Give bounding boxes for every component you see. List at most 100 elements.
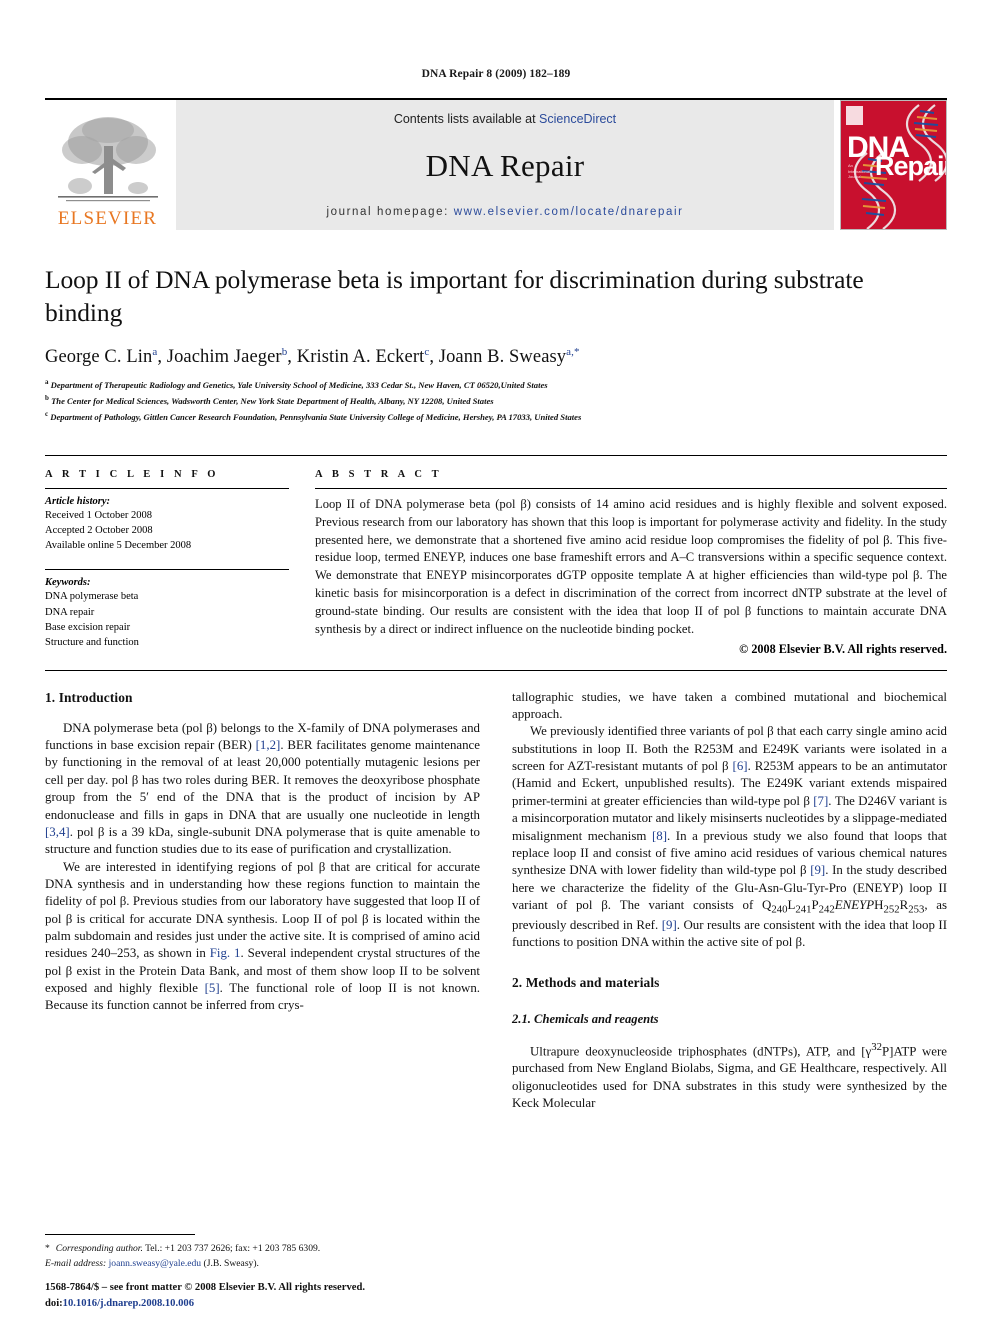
section-heading-introduction: 1. Introduction	[45, 689, 133, 705]
journal-cover-thumbnail: DNA Repair An International Journal	[840, 100, 947, 230]
intro-paragraph-2: We are interested in identifying regions…	[45, 859, 480, 1015]
elsevier-tree-icon	[57, 117, 158, 202]
article-info-heading: A R T I C L E I N F O	[45, 468, 220, 480]
article-history-label: Article history:	[45, 495, 111, 507]
author-name: George C. Lin	[45, 347, 153, 368]
affiliation-mark: b	[45, 394, 49, 403]
affiliation-text: The Center for Medical Sciences, Wadswor…	[51, 396, 494, 407]
divider	[315, 487, 947, 489]
keyword-item: DNA polymerase beta	[45, 591, 139, 603]
corresponding-author-tel: Tel.: +1 203 737 2626; fax: +1 203 785 6…	[142, 1243, 321, 1255]
article-history-accepted: Accepted 2 October 2008	[45, 524, 153, 536]
divider	[45, 569, 289, 571]
corresponding-author-footnote: * Corresponding author. Tel.: +1 203 737 …	[45, 1234, 465, 1271]
author-affil-mark: b	[281, 346, 288, 359]
sciencedirect-link[interactable]: ScienceDirect	[539, 112, 616, 126]
doi-label: doi:	[45, 1297, 63, 1309]
affiliation-text: Department of Pathology, Gittlen Cancer …	[50, 411, 582, 422]
body-columns: 1. Introduction DNA polymerase beta (pol…	[45, 689, 947, 1112]
divider	[45, 487, 289, 489]
text-run: . pol β is a 39 kDa, single-subunit DNA …	[45, 824, 480, 857]
homepage-prefix: journal homepage:	[326, 206, 454, 218]
author-affil-mark-corresponding: a,*	[566, 346, 580, 359]
elsevier-logo: ELSEVIER	[45, 100, 170, 230]
abstract-copyright: © 2008 Elsevier B.V. All rights reserved…	[739, 641, 947, 656]
title-block: Loop II of DNA polymerase beta is import…	[45, 264, 947, 425]
affiliation-item: a Department of Therapeutic Radiology an…	[45, 377, 947, 393]
intro-paragraph-1: DNA polymerase beta (pol β) belongs to t…	[45, 720, 480, 859]
section-heading-methods: 2. Methods and materials	[512, 974, 660, 990]
text-run: Ultrapure deoxynucleoside triphosphates …	[530, 1043, 872, 1058]
author-name: Joann B. Sweasy	[438, 347, 567, 368]
residue-number: 253	[908, 903, 925, 916]
affiliation-mark: c	[45, 409, 49, 418]
doi-link[interactable]: 10.1016/j.dnarep.2008.10.006	[63, 1298, 194, 1309]
author-affil-mark: a	[152, 346, 158, 359]
citation-ref[interactable]: [1,2]	[256, 738, 281, 752]
footnote-divider	[45, 1234, 195, 1236]
footer-metadata: 1568-7864/$ – see front matter © 2008 El…	[45, 1280, 365, 1311]
contents-prefix: Contents lists available at	[393, 112, 540, 126]
author-list: George C. Lina, Joachim Jaegerb, Kristin…	[45, 346, 580, 368]
affiliation-item: b The Center for Medical Sciences, Wadsw…	[45, 393, 947, 409]
author-name: Kristin A. Eckert	[296, 347, 425, 368]
citation-ref[interactable]: [3,4]	[45, 825, 70, 839]
citation-ref[interactable]: [6]	[733, 759, 748, 773]
residue-number: 240	[771, 903, 788, 916]
abstract-text: Loop II of DNA polymerase beta (pol β) c…	[315, 496, 947, 636]
footnote-marker: *	[45, 1243, 50, 1255]
journal-homepage-line: journal homepage: www.elsevier.com/locat…	[326, 206, 683, 218]
abstract-column: A B S T R A C T Loop II of DNA polymeras…	[315, 469, 947, 657]
affiliation-list: a Department of Therapeutic Radiology an…	[45, 377, 947, 424]
cover-subtitle: An International Journal	[848, 163, 871, 180]
body-column-right: tallographic studies, we have taken a co…	[512, 689, 947, 1112]
email-address-label: E-mail address:	[45, 1257, 107, 1269]
keyword-item: DNA repair	[45, 606, 95, 618]
affiliation-item: c Department of Pathology, Gittlen Cance…	[45, 409, 947, 425]
journal-band: Contents lists available at ScienceDirec…	[176, 100, 834, 230]
journal-masthead: ELSEVIER Contents lists available at Sci…	[45, 98, 947, 230]
isotope-superscript: 32	[871, 1040, 882, 1053]
methods-paragraph-1: Ultrapure deoxynucleoside triphosphates …	[512, 1040, 947, 1113]
affiliation-text: Department of Therapeutic Radiology and …	[50, 380, 548, 391]
issn-front-matter: 1568-7864/$ – see front matter © 2008 El…	[45, 1282, 365, 1294]
author-affil-mark: c	[424, 346, 430, 359]
abstract-heading: A B S T R A C T	[315, 468, 443, 480]
article-history-received: Received 1 October 2008	[45, 509, 153, 521]
cover-title-repair: Repair	[875, 151, 947, 181]
article-title: Loop II of DNA polymerase beta is import…	[45, 265, 864, 327]
paper-page: DNA Repair 8 (2009) 182–189 ELSEVIER Con…	[0, 0, 992, 1323]
journal-homepage-link[interactable]: www.elsevier.com/locate/dnarepair	[454, 206, 684, 218]
citation-ref[interactable]: [8]	[652, 829, 667, 843]
intro-paragraph-3: We previously identified three variants …	[512, 724, 948, 950]
corresponding-author-label: Corresponding author.	[55, 1243, 143, 1255]
journal-title: DNA Repair	[425, 148, 585, 183]
email-owner: (J.B. Sweasy).	[203, 1257, 259, 1269]
doi-line: doi:10.1016/j.dnarep.2008.10.006	[45, 1296, 365, 1311]
citation-ref[interactable]: [9]	[810, 863, 825, 877]
article-info-column: A R T I C L E I N F O Article history: R…	[45, 469, 315, 657]
article-history-online: Available online 5 December 2008	[45, 540, 192, 552]
keywords-label: Keywords:	[45, 577, 91, 589]
citation-ref[interactable]: [9]	[662, 918, 677, 932]
email-link[interactable]: joann.sweasy@yale.edu	[109, 1258, 202, 1269]
citation-ref[interactable]: [5]	[205, 981, 220, 995]
residue-number: 242	[818, 903, 835, 916]
body-column-left: 1. Introduction DNA polymerase beta (pol…	[45, 689, 480, 1112]
keyword-item: Structure and function	[45, 637, 139, 649]
residue-number: 252	[883, 903, 900, 916]
elsevier-wordmark: ELSEVIER	[57, 208, 158, 229]
author-name: Joachim Jaeger	[166, 347, 282, 368]
figure-ref-link[interactable]: Fig. 1	[210, 946, 241, 960]
intro-paragraph-2-continued: tallographic studies, we have taken a co…	[512, 689, 947, 722]
running-head: DNA Repair 8 (2009) 182–189	[421, 68, 571, 80]
citation-ref[interactable]: [7]	[813, 794, 828, 808]
footnote-body: * Corresponding author. Tel.: +1 203 737 …	[45, 1242, 465, 1271]
article-info-abstract-band: A R T I C L E I N F O Article history: R…	[45, 454, 947, 671]
subsection-heading-chemicals: 2.1. Chemicals and reagents	[512, 1011, 659, 1026]
residue-number: 241	[795, 903, 812, 916]
cover-elsevier-mark	[846, 106, 863, 125]
affiliation-mark: a	[45, 378, 49, 387]
contents-available-line: Contents lists available at ScienceDirec…	[394, 112, 616, 126]
